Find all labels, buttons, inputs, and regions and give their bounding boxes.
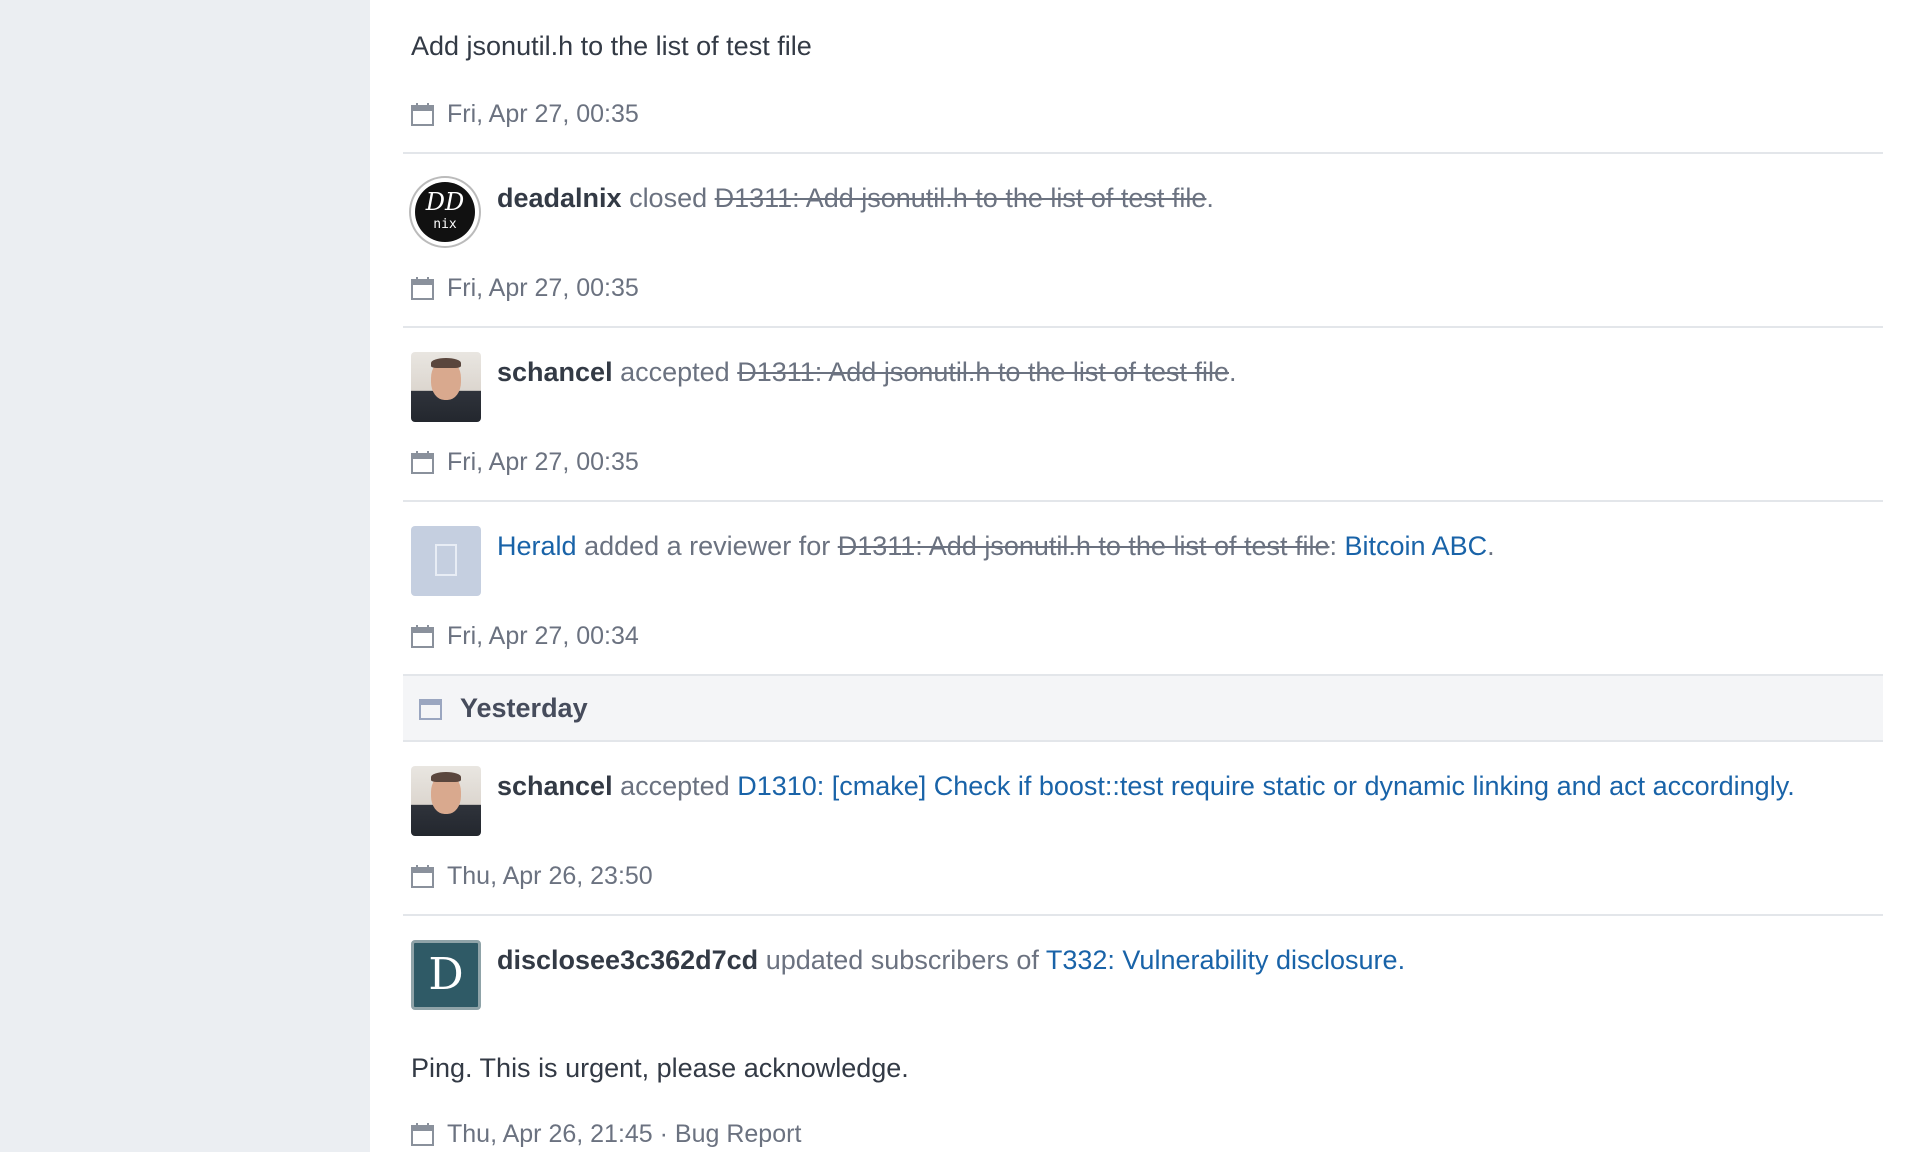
calendar-icon [411, 625, 434, 648]
feed-story: Herald added a reviewer for D1311: Add j… [403, 502, 1883, 676]
calendar-icon [411, 277, 434, 300]
story-verb: added a reviewer for [584, 531, 831, 561]
avatar[interactable] [411, 766, 481, 836]
story-timestamp[interactable]: Thu, Apr 26, 21:45 [447, 1120, 653, 1149]
story-verb: accepted [620, 357, 730, 387]
actor-link[interactable]: Herald [497, 531, 577, 561]
reviewer-link[interactable]: Bitcoin ABC [1345, 531, 1488, 561]
story-end: . [1787, 771, 1795, 801]
object-link[interactable]: D1310: [cmake] Check if boost::test requ… [737, 771, 1787, 801]
herald-icon [435, 544, 457, 576]
story-headline: Herald added a reviewer for D1311: Add j… [497, 530, 1495, 562]
day-header: Yesterday [403, 676, 1883, 742]
avatar-monogram: DD [425, 188, 465, 216]
activity-feed: Add jsonutil.h to the list of test file … [403, 0, 1883, 1166]
object-link[interactable]: D1311: Add jsonutil.h to the list of tes… [737, 357, 1229, 387]
actor-link[interactable]: deadalnix [497, 183, 622, 213]
avatar[interactable]: DD nix [411, 178, 479, 246]
object-link[interactable]: D1311: Add jsonutil.h to the list of tes… [715, 183, 1207, 213]
story-meta: Thu, Apr 26, 23:50 [411, 862, 653, 891]
feed-story: schancel accepted D1310: [cmake] Check i… [403, 742, 1883, 916]
left-sidebar [0, 0, 370, 1152]
story-timestamp[interactable]: Thu, Apr 26, 23:50 [447, 862, 653, 891]
story-verb: accepted [620, 771, 730, 801]
story-timestamp[interactable]: Fri, Apr 27, 00:35 [447, 448, 639, 477]
story-verb: updated subscribers of [765, 945, 1039, 975]
story-meta: Fri, Apr 27, 00:35 [411, 274, 639, 303]
story-meta: Fri, Apr 27, 00:34 [411, 622, 639, 651]
story-body: Ping. This is urgent, please acknowledge… [411, 1053, 909, 1083]
calendar-icon [411, 451, 434, 474]
story-timestamp[interactable]: Fri, Apr 27, 00:35 [447, 100, 639, 129]
story-headline: schancel accepted D1310: [cmake] Check i… [497, 770, 1795, 802]
story-end: . [1229, 357, 1237, 387]
actor-link[interactable]: schancel [497, 771, 613, 801]
story-headline: disclosee3c362d7cd updated subscribers o… [497, 944, 1405, 976]
feed-story: schancel accepted D1311: Add jsonutil.h … [403, 328, 1883, 502]
avatar-letter: D [428, 949, 464, 1000]
story-end: . [1397, 945, 1406, 975]
feed-story: D disclosee3c362d7cd updated subscribers… [403, 916, 1883, 1166]
calendar-icon [419, 697, 442, 720]
story-headline: schancel accepted D1311: Add jsonutil.h … [497, 356, 1237, 388]
feed-story: Add jsonutil.h to the list of test file … [403, 0, 1883, 154]
calendar-icon [411, 1123, 434, 1146]
story-body: Add jsonutil.h to the list of test file [411, 31, 812, 61]
avatar[interactable]: D [411, 940, 481, 1010]
story-end: . [1206, 183, 1214, 213]
actor-link[interactable]: schancel [497, 357, 613, 387]
calendar-icon [411, 103, 434, 126]
story-sep: : [1329, 531, 1345, 561]
object-link[interactable]: T332: Vulnerability disclosure [1046, 945, 1398, 975]
feed-story: DD nix deadalnix closed D1311: Add jsonu… [403, 154, 1883, 328]
story-meta: Thu, Apr 26, 21:45 · Bug Report [411, 1120, 801, 1149]
story-end: . [1487, 531, 1495, 561]
avatar-monogram-sub: nix [433, 217, 457, 232]
meta-separator: · [652, 1120, 675, 1148]
story-meta: Fri, Apr 27, 00:35 [411, 448, 639, 477]
avatar[interactable] [411, 352, 481, 422]
calendar-icon [411, 865, 434, 888]
story-type: Bug Report [674, 1120, 802, 1148]
story-verb: closed [629, 183, 708, 213]
story-timestamp[interactable]: Fri, Apr 27, 00:34 [447, 622, 639, 651]
story-timestamp[interactable]: Fri, Apr 27, 00:35 [447, 274, 639, 303]
avatar[interactable] [411, 526, 481, 596]
day-header-label: Yesterday [460, 692, 588, 723]
object-link[interactable]: D1311: Add jsonutil.h to the list of tes… [838, 531, 1330, 561]
story-headline: deadalnix closed D1311: Add jsonutil.h t… [497, 182, 1214, 214]
story-meta: Fri, Apr 27, 00:35 [411, 100, 639, 129]
actor-link[interactable]: disclosee3c362d7cd [497, 945, 758, 975]
